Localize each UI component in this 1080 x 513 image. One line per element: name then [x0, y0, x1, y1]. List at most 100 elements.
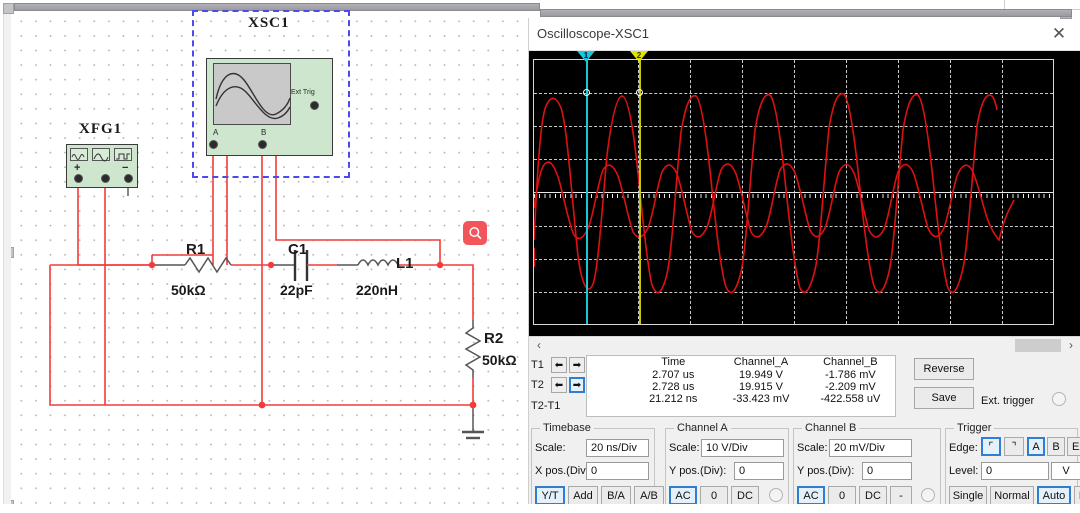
- cell-t2-channel-b: -2.209 mV: [824, 381, 876, 393]
- channel-b-scale-input[interactable]: 20 mV/Div: [829, 439, 912, 457]
- canvas-vscrollbar[interactable]: [3, 14, 11, 513]
- col-head-channel-b: Channel_B: [823, 356, 878, 368]
- trigger-mode-auto[interactable]: Auto: [1037, 486, 1071, 505]
- trigger-source-ext[interactable]: Ext: [1067, 437, 1080, 456]
- channel-a-coupling-ac[interactable]: AC: [669, 486, 697, 505]
- top-scrollbar[interactable]: [540, 9, 1072, 17]
- channel-a-probe-dial-icon[interactable]: [769, 488, 783, 502]
- xfg-terminal-common[interactable]: [101, 174, 110, 183]
- waveform-sine-icon[interactable]: [70, 148, 88, 161]
- scope-terminal-b[interactable]: [258, 140, 267, 149]
- channel-b-scale-label: Scale:: [797, 442, 828, 454]
- cell-t2-time: 2.728 us: [652, 381, 695, 393]
- cursor-controls: T1 ⬅ ➡ T2 ⬅ ➡ T2-T1: [531, 356, 585, 418]
- trigger-title: Trigger: [954, 422, 995, 434]
- component-value-l1: 220nH: [356, 282, 399, 298]
- trigger-mode-normal[interactable]: Normal: [990, 486, 1034, 505]
- waveform-triangle-icon[interactable]: [92, 148, 110, 162]
- scope-titlebar[interactable]: Oscilloscope-XSC1 ✕: [529, 18, 1080, 51]
- timebase-mode-ba[interactable]: B/A: [601, 486, 631, 505]
- channel-a-coupling-gnd[interactable]: 0: [700, 486, 728, 505]
- trigger-level-input[interactable]: 0: [981, 462, 1049, 480]
- cell-t1-channel-a: 19.949 V: [738, 369, 784, 381]
- trigger-mode-none[interactable]: None: [1074, 486, 1080, 505]
- channel-b-coupling-gnd[interactable]: 0: [828, 486, 856, 505]
- channel-a-coupling-dc[interactable]: DC: [731, 486, 759, 505]
- xfg-terminal-plus[interactable]: [74, 174, 83, 183]
- ext-trigger-indicator[interactable]: [1052, 392, 1066, 406]
- xfg-terminal-minus-label: −: [122, 162, 129, 174]
- timebase-scale-input[interactable]: 20 ns/Div: [586, 439, 649, 457]
- table-row: 2.728 us 19.915 V -2.209 mV: [587, 381, 895, 393]
- cursor-line-t2[interactable]: [639, 60, 641, 324]
- scope-display[interactable]: 1 2: [529, 51, 1080, 336]
- trigger-mode-single[interactable]: Single: [949, 486, 987, 505]
- trigger-level-unit[interactable]: V: [1051, 462, 1080, 480]
- close-icon[interactable]: ✕: [1048, 23, 1070, 45]
- cursor-marker-t2: [636, 89, 643, 96]
- scope-terminal-ext-trig[interactable]: [310, 101, 319, 110]
- trigger-source-b[interactable]: B: [1047, 437, 1065, 456]
- scope-hscrollbar[interactable]: ‹ ›: [529, 336, 1080, 353]
- table-row: 2.707 us 19.949 V -1.786 mV: [587, 369, 895, 381]
- timebase-xpos-input[interactable]: 0: [586, 462, 649, 480]
- oscilloscope-symbol-screen: [213, 63, 291, 125]
- magnifier-icon[interactable]: [463, 221, 487, 245]
- reverse-button[interactable]: Reverse: [914, 358, 974, 380]
- cursor-delta-label: T2-T1: [531, 400, 561, 412]
- channel-b-probe-dial-icon[interactable]: [921, 488, 935, 502]
- cursor-t1-left-button[interactable]: ⬅: [551, 357, 567, 373]
- cell-t1-time: 2.707 us: [652, 369, 695, 381]
- cursor-t2-left-button[interactable]: ⬅: [551, 377, 567, 393]
- timebase-mode-add[interactable]: Add: [568, 486, 598, 505]
- scope-terminal-a[interactable]: [209, 140, 218, 149]
- cursor-label-t2: T2: [531, 379, 544, 391]
- component-value-r1: 50kΩ: [171, 282, 206, 298]
- save-button[interactable]: Save: [914, 387, 974, 409]
- bottom-strip: [0, 504, 1080, 513]
- measurement-panel: T1 ⬅ ➡ T2 ⬅ ➡ T2-T1 Time Channel_A Chann…: [529, 354, 1080, 420]
- col-head-blank: [587, 356, 630, 369]
- table-row: 21.212 ns -33.423 mV -422.558 uV: [587, 393, 895, 405]
- measurement-table: Time Channel_A Channel_B 2.707 us 19.949…: [586, 355, 896, 417]
- canvas-corner-tl: [3, 3, 14, 14]
- col-head-time: Time: [661, 356, 686, 368]
- channel-a-scale-input[interactable]: 10 V/Div: [701, 439, 784, 457]
- waveform-square-icon[interactable]: [114, 148, 132, 161]
- trigger-edge-falling-icon[interactable]: ⌝: [1004, 437, 1024, 456]
- channel-b-invert[interactable]: -: [890, 486, 912, 505]
- scope-plot-area[interactable]: [533, 59, 1054, 325]
- waveform-traces: [534, 92, 1015, 294]
- trigger-edge-rising-icon[interactable]: ⌜: [981, 437, 1001, 456]
- xfg-terminal-minus[interactable]: [124, 174, 133, 183]
- chevron-right-icon[interactable]: ›: [1063, 337, 1079, 353]
- cursor-t2-right-button[interactable]: ➡: [569, 377, 585, 393]
- channel-b-ypos-input[interactable]: 0: [862, 462, 912, 480]
- timebase-mode-yt[interactable]: Y/T: [535, 486, 565, 505]
- cell-delta-time: 21.212 ns: [649, 393, 698, 405]
- channel-b-ypos-label: Y pos.(Div):: [797, 465, 855, 477]
- oscilloscope-window: Oscilloscope-XSC1 ✕ 1 2 ‹ › T1 ⬅ ➡ T2 ⬅ …: [528, 18, 1080, 513]
- chevron-left-icon[interactable]: ‹: [531, 337, 547, 353]
- application-window: XSC1 Ext Trig A B XFG1 + − R1 50kΩ C1 22…: [0, 0, 1080, 513]
- cell-t1-channel-b: -1.786 mV: [824, 369, 876, 381]
- cursor-row-t2: T2 ⬅ ➡: [531, 376, 587, 394]
- scrollbar-thumb[interactable]: [1015, 339, 1061, 352]
- cursor-flag-t2-label: 2: [636, 51, 642, 60]
- channel-a-scale-label: Scale:: [669, 442, 700, 454]
- component-value-r2: 50kΩ: [482, 352, 517, 368]
- cursor-label-t1: T1: [531, 359, 544, 371]
- scope-terminal-b-label: B: [261, 128, 267, 137]
- channel-a-ypos-input[interactable]: 0: [734, 462, 784, 480]
- trigger-source-a[interactable]: A: [1027, 437, 1045, 456]
- component-ref-r1: R1: [186, 241, 206, 258]
- cursor-line-t1[interactable]: [586, 60, 588, 324]
- cursor-t1-right-button[interactable]: ➡: [569, 357, 585, 373]
- schematic-canvas[interactable]: XSC1 Ext Trig A B XFG1 + − R1 50kΩ C1 22…: [0, 0, 540, 513]
- cell-t2-channel-a: 19.915 V: [738, 381, 784, 393]
- channel-b-coupling-ac[interactable]: AC: [797, 486, 825, 505]
- channel-b-coupling-dc[interactable]: DC: [859, 486, 887, 505]
- timebase-mode-ab[interactable]: A/B: [634, 486, 664, 505]
- cursor-marker-t1: [583, 89, 590, 96]
- component-ref-c1: C1: [288, 241, 308, 258]
